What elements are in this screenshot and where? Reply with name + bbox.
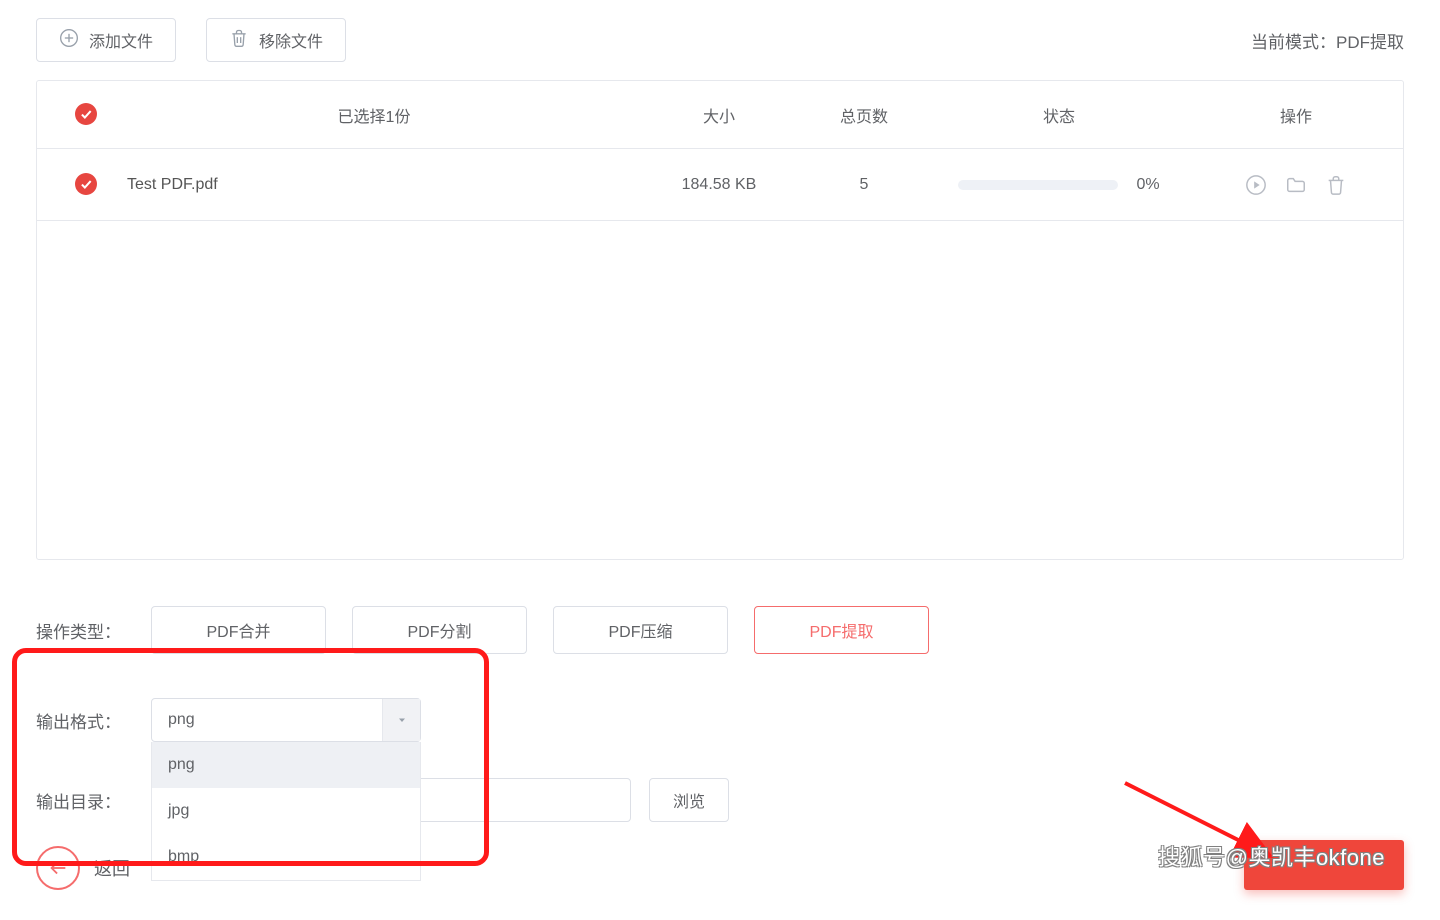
file-size: 184.58 KB (639, 176, 799, 194)
remove-file-label: 移除文件 (259, 28, 323, 52)
col-status: 状态 (929, 103, 1189, 127)
play-icon[interactable] (1245, 174, 1267, 196)
trash-icon (229, 28, 249, 53)
col-pages: 总页数 (799, 103, 929, 127)
file-name: Test PDF.pdf (109, 176, 639, 194)
chevron-down-icon (382, 699, 420, 741)
table-row: Test PDF.pdf 184.58 KB 5 0% (37, 149, 1403, 221)
output-dir-label: 输出目录： (36, 788, 151, 813)
op-type-label: 操作类型： (36, 618, 151, 643)
op-btn-split[interactable]: PDF分割 (352, 606, 527, 654)
progress-pct: 0% (1136, 176, 1159, 194)
current-mode: 当前模式：PDF提取 (1251, 28, 1404, 53)
col-size: 大小 (639, 103, 799, 127)
plus-circle-icon (59, 28, 79, 53)
file-table: 已选择1份 大小 总页数 状态 操作 Test PDF.pdf 184.58 K… (36, 80, 1404, 560)
op-btn-merge[interactable]: PDF合并 (151, 606, 326, 654)
select-all-checkbox[interactable] (75, 103, 97, 125)
col-action: 操作 (1189, 103, 1403, 127)
row-checkbox[interactable] (75, 173, 97, 195)
back-button[interactable] (36, 846, 80, 890)
back-label: 返回 (94, 855, 130, 881)
file-pages: 5 (799, 176, 929, 194)
browse-button[interactable]: 浏览 (649, 778, 729, 822)
start-button[interactable] (1244, 840, 1404, 890)
op-btn-compress[interactable]: PDF压缩 (553, 606, 728, 654)
output-format-dropdown: png jpg bmp (151, 742, 421, 881)
add-file-button[interactable]: 添加文件 (36, 18, 176, 62)
output-format-select[interactable]: png (151, 698, 421, 742)
folder-icon[interactable] (1285, 174, 1307, 196)
op-btn-extract[interactable]: PDF提取 (754, 606, 929, 654)
format-option-png[interactable]: png (152, 742, 420, 788)
delete-icon[interactable] (1325, 174, 1347, 196)
output-format-label: 输出格式： (36, 708, 151, 733)
col-selected: 已选择1份 (109, 103, 639, 127)
output-format-value: png (168, 711, 195, 729)
progress-bar (958, 180, 1118, 190)
format-option-jpg[interactable]: jpg (152, 788, 420, 834)
format-option-bmp[interactable]: bmp (152, 834, 420, 880)
remove-file-button[interactable]: 移除文件 (206, 18, 346, 62)
add-file-label: 添加文件 (89, 28, 153, 52)
